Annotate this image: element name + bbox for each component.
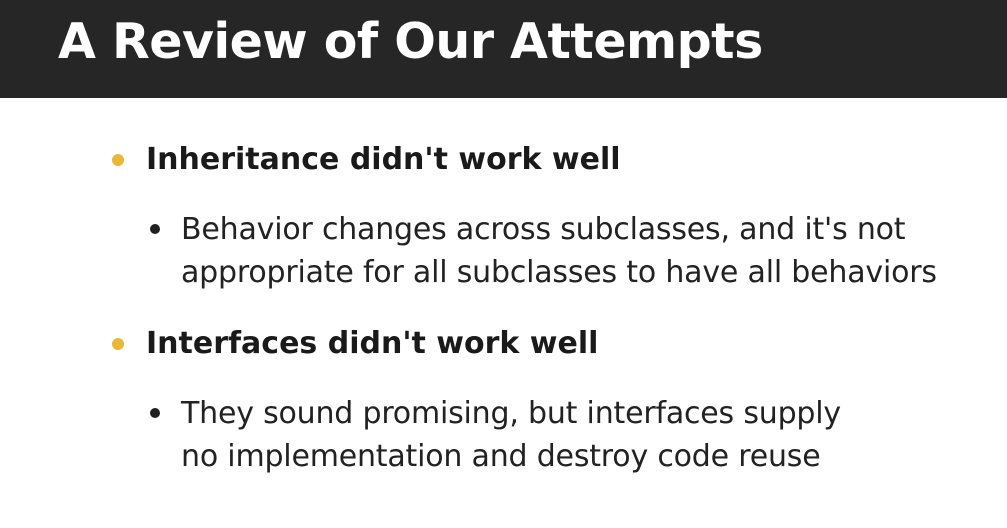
sub-bullet-dot-icon (150, 224, 160, 234)
sub-bullet-line: They sound promising, but interfaces sup… (181, 396, 841, 431)
title-bar: A Review of Our Attempts (0, 0, 1007, 98)
sub-bullet-line: appropriate for all subclasses to have a… (181, 255, 937, 290)
slide-content: Inheritance didn't work well Behavior ch… (0, 98, 1007, 528)
sub-bullet-line: Behavior changes across subclasses, and … (181, 212, 906, 247)
bullet-dot-icon (112, 338, 124, 350)
bullet-text: Interfaces didn't work well (146, 326, 599, 361)
sub-bullet-line: no implementation and destroy code reuse (181, 439, 821, 474)
sub-bullet-dot-icon (150, 408, 160, 418)
bullet-dot-icon (112, 154, 124, 166)
bullet-text: Inheritance didn't work well (146, 142, 621, 177)
slide-title: A Review of Our Attempts (58, 13, 763, 70)
